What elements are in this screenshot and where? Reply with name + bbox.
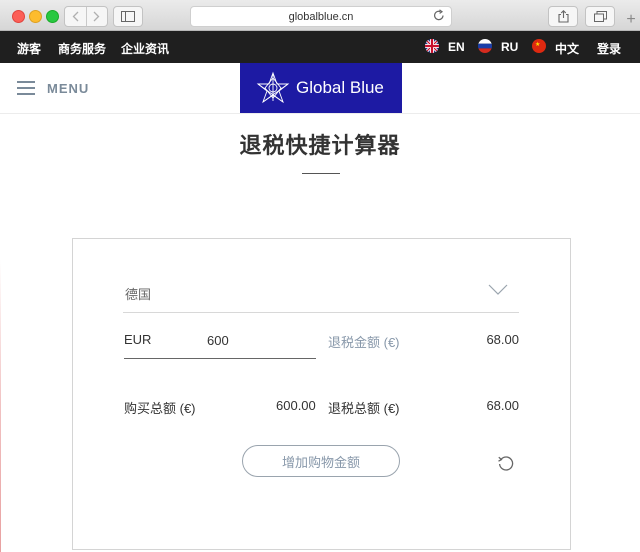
starburst-logo-icon xyxy=(256,71,290,104)
nav-link-travellers[interactable]: 游客 xyxy=(17,40,41,57)
nav-link-corporate[interactable]: 企业资讯 xyxy=(121,40,169,57)
page-title: 退税快捷计算器 xyxy=(239,133,401,158)
refund-total-label: 退税总额 (€) xyxy=(328,401,400,416)
country-underline xyxy=(123,312,519,313)
sidebar-icon xyxy=(121,11,135,22)
minimize-window-button[interactable] xyxy=(29,10,42,23)
tax-refund-calculator: 德国 EUR 退税金额 (€) 68.00 购买总额 (€) 600.00 退税… xyxy=(72,238,571,550)
svg-text:★: ★ xyxy=(535,41,540,48)
window-edge xyxy=(0,260,1,552)
global-blue-logo[interactable]: Global Blue xyxy=(240,63,402,113)
title-divider xyxy=(302,173,340,174)
refund-amount-label: 退税金额 (€) xyxy=(328,335,400,350)
top-nav-bar: 游客 商务服务 企业资讯 EN RU ★ 中文 登录 xyxy=(0,31,640,63)
currency-label: EUR xyxy=(124,332,152,347)
menu-icon[interactable] xyxy=(17,81,35,95)
purchase-total-value: 600.00 xyxy=(276,398,316,413)
tabs-icon xyxy=(593,11,607,22)
share-icon xyxy=(557,10,569,23)
url-text: globalblue.cn xyxy=(288,10,354,23)
nav-link-business[interactable]: 商务服务 xyxy=(58,40,106,57)
chevron-down-icon[interactable] xyxy=(488,284,508,295)
reset-icon[interactable] xyxy=(497,454,515,472)
reload-icon[interactable] xyxy=(433,9,445,22)
close-window-button[interactable] xyxy=(12,10,25,23)
russia-flag-icon[interactable] xyxy=(478,39,492,53)
chevron-left-icon xyxy=(72,11,79,22)
refund-total-value: 68.00 xyxy=(486,398,519,413)
fullscreen-window-button[interactable] xyxy=(46,10,59,23)
browser-toolbar: globalblue.cn + xyxy=(0,0,640,31)
site-header: MENU Global Blue xyxy=(0,63,640,114)
china-flag-icon[interactable]: ★ xyxy=(532,39,546,53)
tabs-overview-button[interactable] xyxy=(585,6,615,27)
history-nav xyxy=(64,6,108,27)
uk-flag-icon[interactable] xyxy=(425,39,439,53)
chevron-right-icon xyxy=(93,11,100,22)
lang-zh-link[interactable]: 中文 xyxy=(555,40,579,57)
lang-en-link[interactable]: EN xyxy=(448,40,465,54)
new-tab-button[interactable]: + xyxy=(622,9,640,31)
amount-underline xyxy=(124,358,316,359)
back-button[interactable] xyxy=(65,7,86,26)
refund-amount-value: 68.00 xyxy=(486,332,519,347)
share-button[interactable] xyxy=(548,6,578,27)
logo-text: Global Blue xyxy=(296,78,384,97)
add-purchase-button[interactable]: 增加购物金额 xyxy=(242,445,400,477)
sidebar-button[interactable] xyxy=(113,6,143,27)
forward-button[interactable] xyxy=(85,7,108,26)
address-bar[interactable]: globalblue.cn xyxy=(190,6,452,27)
country-select[interactable]: 德国 xyxy=(125,284,151,303)
menu-label[interactable]: MENU xyxy=(47,81,89,96)
purchase-total-label: 购买总额 (€) xyxy=(124,401,196,416)
purchase-amount-input[interactable] xyxy=(207,331,307,349)
lang-ru-link[interactable]: RU xyxy=(501,40,518,54)
login-link[interactable]: 登录 xyxy=(597,40,621,57)
